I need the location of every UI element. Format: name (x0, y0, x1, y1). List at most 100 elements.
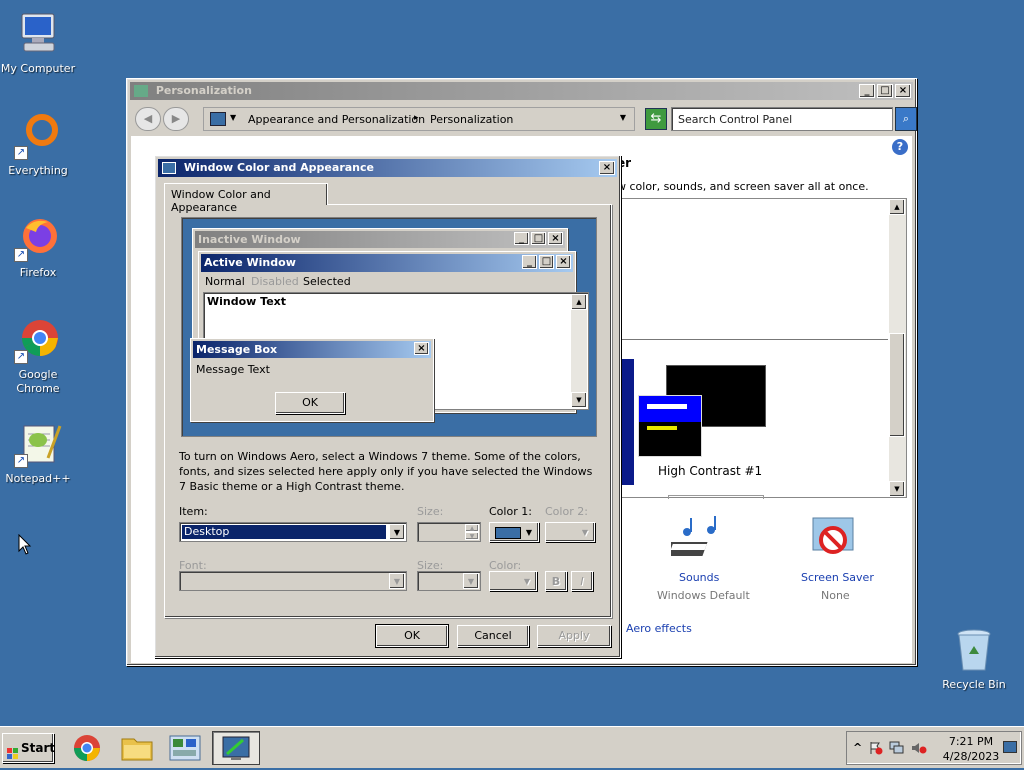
personalization-icon (222, 736, 250, 760)
apply-button[interactable]: Apply (537, 625, 611, 647)
sounds-icon[interactable] (664, 516, 731, 564)
aero-info-text: To turn on Windows Aero, select a Window… (179, 450, 593, 493)
scroll-thumb[interactable] (889, 333, 905, 437)
preview-inactive-title-bar: Inactive Window _ □ × (195, 231, 565, 248)
maximize-icon: □ (539, 255, 554, 269)
taskbar-control-panel-button[interactable] (162, 731, 208, 765)
chrome-icon: ↗ (14, 316, 62, 364)
chevron-down-icon: ▼ (523, 577, 530, 586)
font-select[interactable]: ▼ (179, 571, 407, 591)
close-icon: × (556, 255, 571, 269)
preview-title-bar (639, 396, 701, 422)
network-icon[interactable] (889, 741, 904, 755)
preview-message-box[interactable]: Message Box × Message Text OK (190, 338, 434, 422)
screen-saver-icon[interactable] (809, 514, 859, 564)
breadcrumb-separator-icon[interactable]: ▸ (414, 113, 419, 123)
scroll-down-button[interactable]: ▼ (889, 481, 905, 497)
desktop-icon-google-chrome[interactable]: ↗ Google Chrome (0, 316, 76, 396)
appearance-preview[interactable]: Inactive Window _ □ × Active Window _ □ … (181, 217, 597, 437)
address-history-icon[interactable]: ▼ (620, 113, 626, 122)
action-center-flag-icon[interactable] (869, 741, 883, 755)
mouse-cursor-icon (18, 534, 32, 555)
taskbar-personalization-button[interactable] (212, 731, 260, 765)
tray-expand-icon[interactable]: ^ (853, 741, 862, 754)
refresh-icon[interactable]: ⇆ (645, 108, 667, 130)
clock-time[interactable]: 7:21 PM (941, 735, 1001, 748)
spin-up-icon[interactable]: ▲ (465, 524, 479, 532)
color1-swatch (495, 527, 521, 539)
high-contrast-preview-front[interactable] (638, 395, 702, 457)
everything-icon: ↗ (14, 112, 62, 160)
minimize-button[interactable]: _ (859, 84, 875, 98)
computer-icon (14, 10, 62, 58)
personalization-title-bar[interactable]: Personalization _ □ × (130, 82, 913, 100)
system-tray: ^ 7:21 PM 4/28/2023 (846, 731, 1022, 765)
aero-effects-link[interactable]: Aero effects (626, 622, 692, 635)
tab-window-color-and-appearance[interactable]: Window Color and Appearance (164, 183, 328, 214)
chevron-down-icon[interactable]: ▼ (389, 573, 405, 589)
chevron-down-icon[interactable]: ▼ (389, 524, 405, 540)
taskbar-file-explorer-button[interactable] (114, 731, 160, 765)
desktop-icon-recycle-bin[interactable]: Recycle Bin (936, 626, 1012, 692)
bold-button[interactable]: B (545, 571, 567, 591)
spin-down-icon[interactable]: ▼ (465, 532, 479, 540)
font-color-picker-button[interactable]: ▼ (489, 571, 537, 591)
forward-button[interactable]: ▶ (163, 107, 189, 131)
search-box[interactable]: Search Control Panel (671, 107, 893, 131)
font-size-select[interactable]: ▼ (417, 571, 481, 591)
next-theme-preview-partial (668, 495, 764, 499)
search-icon[interactable]: ⌕ (895, 107, 917, 131)
desktop-icon-notepad-plus-plus[interactable]: ↗ Notepad++ (0, 420, 76, 486)
address-bar[interactable]: ▼ Appearance and Personalization ▸ Perso… (203, 107, 635, 131)
recycle-bin-icon (950, 626, 998, 674)
windows-logo-icon (7, 742, 19, 759)
window-color-dialog[interactable]: Window Color and Appearance × Window Col… (154, 155, 621, 658)
maximize-icon: □ (531, 232, 546, 245)
preview-msgbox-text: Message Text (196, 363, 270, 376)
ok-button[interactable]: OK (375, 624, 449, 648)
notepad-plus-plus-icon: ↗ (14, 420, 62, 468)
dialog-title-bar[interactable]: Window Color and Appearance × (158, 159, 617, 177)
address-dropdown-icon[interactable]: ▼ (230, 113, 236, 122)
volume-muted-icon[interactable] (911, 741, 927, 755)
color2-picker-button[interactable]: ▼ (545, 522, 595, 542)
size-spinner[interactable]: ▲ ▼ (417, 522, 481, 542)
back-button[interactable]: ◀ (135, 107, 161, 131)
minimize-icon: _ (522, 255, 537, 269)
close-button[interactable]: × (599, 161, 615, 175)
desktop-icon-my-computer[interactable]: My Computer (0, 10, 76, 76)
sounds-subtitle: Windows Default (657, 589, 750, 602)
close-button[interactable]: × (895, 84, 911, 98)
breadcrumb-item[interactable]: Personalization (430, 113, 513, 126)
maximize-button[interactable]: □ (877, 84, 893, 98)
preview-menu-normal: Normal (205, 275, 245, 288)
scroll-down-icon: ▼ (571, 392, 587, 408)
scroll-up-button[interactable]: ▲ (889, 199, 905, 215)
taskbar-chrome-button[interactable] (64, 731, 110, 765)
theme-list[interactable]: High Contrast #1 ▲ ▼ (617, 198, 907, 499)
theme-list-scrollbar[interactable]: ▲ ▼ (889, 199, 906, 497)
desktop-icon-everything[interactable]: ↗ Everything (0, 112, 76, 178)
desktop-icon-label: Notepad++ (5, 472, 71, 485)
preview-text (647, 426, 677, 430)
control-panel-icon (169, 735, 201, 761)
italic-button[interactable]: I (571, 571, 593, 591)
shortcut-arrow-icon: ↗ (14, 146, 28, 160)
desktop-icon-firefox[interactable]: ↗ Firefox (0, 214, 76, 280)
theme-label[interactable]: High Contrast #1 (658, 464, 762, 478)
show-desktop-icon[interactable] (1003, 741, 1017, 753)
clock-date[interactable]: 4/28/2023 (941, 750, 1001, 763)
cancel-button[interactable]: Cancel (457, 625, 529, 647)
sounds-link[interactable]: Sounds (679, 571, 719, 584)
desktop-icon-label: Google Chrome (16, 368, 60, 395)
start-label: Start (21, 741, 56, 755)
start-button[interactable]: Start (2, 733, 56, 763)
chevron-down-icon: ▼ (525, 528, 532, 537)
color1-picker-button[interactable]: ▼ (489, 522, 539, 542)
help-icon[interactable]: ? (892, 139, 908, 155)
chevron-down-icon[interactable]: ▼ (463, 573, 479, 589)
breadcrumb-item[interactable]: Appearance and Personalization (248, 113, 425, 126)
item-select[interactable]: Desktop ▼ (179, 522, 407, 542)
screen-saver-link[interactable]: Screen Saver (801, 571, 874, 584)
personalization-icon (210, 112, 226, 126)
